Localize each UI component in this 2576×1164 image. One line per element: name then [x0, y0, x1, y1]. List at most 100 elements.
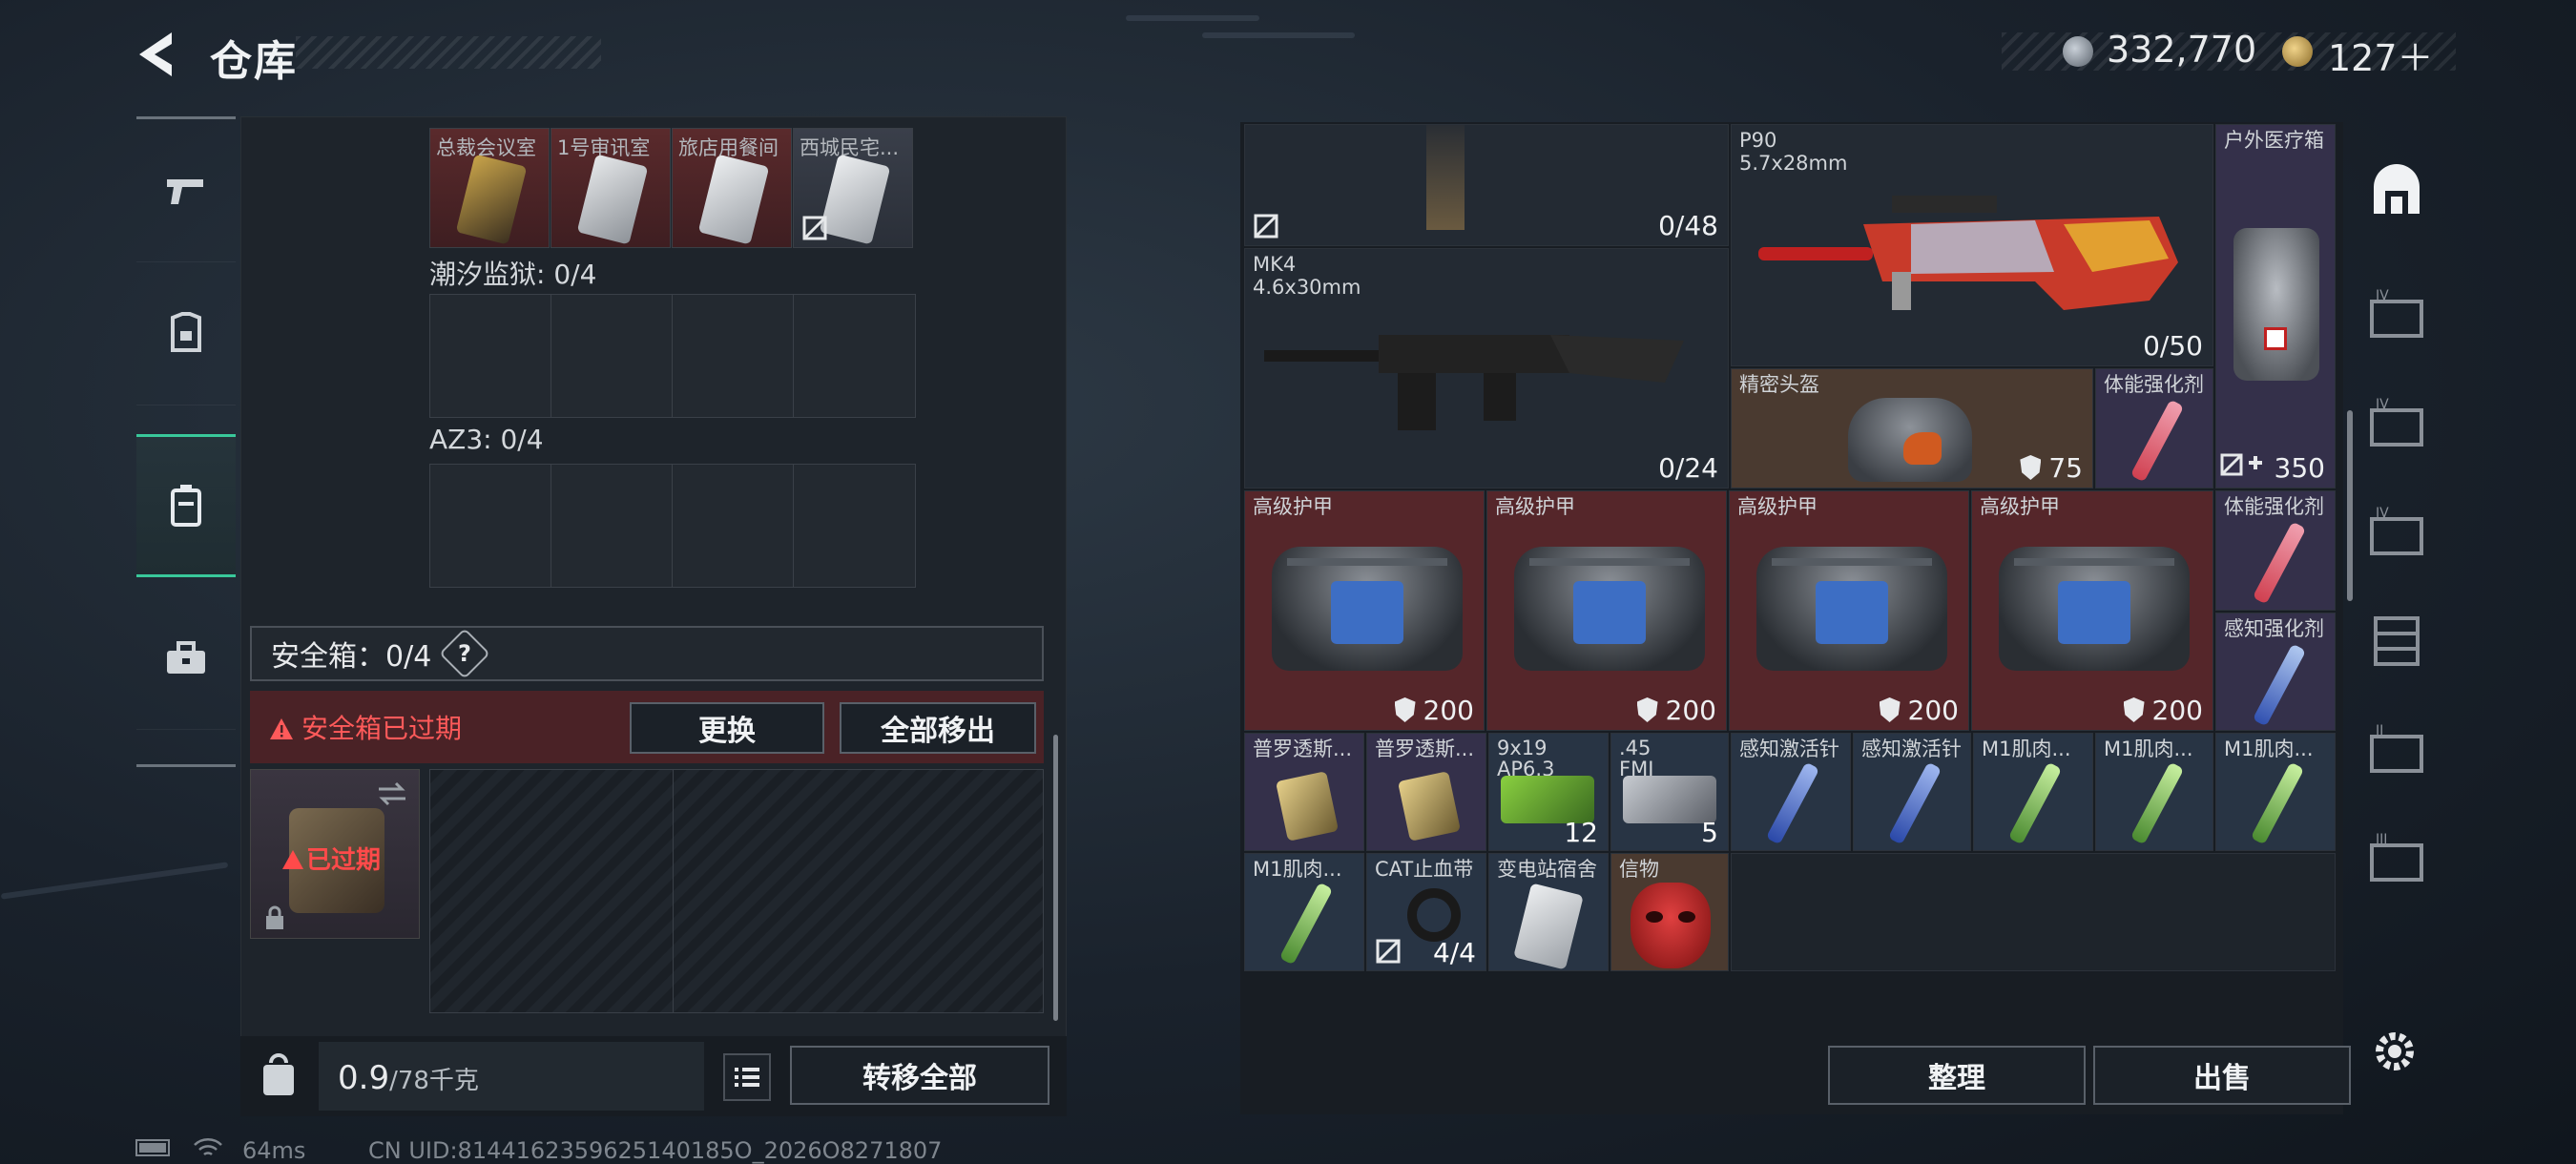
- item-count: 4/4: [1432, 937, 1476, 968]
- az3-slot-row: [429, 464, 916, 588]
- armor-item[interactable]: 高级护甲 200: [1486, 490, 1727, 731]
- stash-level-4-icon: IV: [2370, 288, 2423, 338]
- item-name: 感知激活针: [1739, 738, 1839, 760]
- svg-text:IV: IV: [2376, 288, 2389, 303]
- item-name: 感知激活针: [1861, 738, 1962, 760]
- storage-tab-4b[interactable]: IV: [2366, 393, 2427, 454]
- p90-ammo: 0/50: [2143, 330, 2203, 362]
- m1-muscle-item[interactable]: M1肌肉...: [2215, 733, 2336, 851]
- empty-slot[interactable]: [673, 295, 794, 417]
- mk4-item[interactable]: MK4 4.6x30mm 0/24: [1244, 248, 1729, 488]
- armor-image: [1999, 547, 2190, 671]
- expired-warning: 安全箱已过期: [269, 708, 462, 746]
- svg-text:IV: IV: [2376, 506, 2389, 521]
- sell-button[interactable]: 出售: [2093, 1046, 2351, 1105]
- nav-supplies[interactable]: [136, 587, 236, 730]
- mk4-caliber: 4.6x30mm: [1253, 276, 1361, 299]
- item-name: 9x19 AP6.3: [1497, 737, 1555, 780]
- m1-muscle-item[interactable]: M1肌肉...: [2095, 733, 2213, 851]
- m1-muscle-item[interactable]: M1肌肉...: [1973, 733, 2093, 851]
- empty-slot[interactable]: [551, 465, 673, 587]
- keycard-item[interactable]: 总裁会议室: [429, 128, 550, 248]
- item-name: 普罗透斯...: [1253, 738, 1353, 760]
- empty-slot[interactable]: [430, 295, 551, 417]
- nav-weapons[interactable]: [136, 119, 236, 262]
- weight-value: 0.9: [338, 1059, 390, 1097]
- magazine-item[interactable]: 0/48: [1244, 124, 1729, 246]
- body-stim-item[interactable]: 体能强化剂: [2095, 368, 2213, 488]
- nav-equipment[interactable]: [136, 262, 236, 405]
- storage-tab-3[interactable]: III: [2366, 828, 2427, 889]
- empty-slot[interactable]: [794, 465, 915, 587]
- proteus-image: [1275, 771, 1340, 842]
- keycard-item[interactable]: 西城民宅...: [793, 128, 913, 248]
- left-scrollbar[interactable]: [1053, 735, 1058, 1021]
- empty-slot[interactable]: [673, 465, 794, 587]
- armor-shield-icon: [1394, 697, 1416, 722]
- keycard-image: [697, 154, 770, 245]
- ammo-9x19-item[interactable]: 9x19 AP6.3 12: [1488, 733, 1609, 851]
- swap-button[interactable]: 更换: [630, 702, 824, 754]
- syringe-image: [2252, 521, 2307, 605]
- sense-injector-item[interactable]: 感知激活针: [1731, 733, 1851, 851]
- expired-safebox-item[interactable]: 已过期: [250, 769, 420, 939]
- armor-shield-icon: [2123, 697, 2145, 722]
- storage-tab-4a[interactable]: IV: [2366, 284, 2427, 345]
- syringe-image: [1887, 761, 1942, 845]
- armor-shield-icon: [1879, 697, 1901, 722]
- stash-level-2-icon: II: [2370, 723, 2423, 773]
- p90-item[interactable]: P90 5.7x28mm 0/50: [1731, 124, 2213, 366]
- expired-tag-text: 已过期: [306, 846, 382, 875]
- empty-slot[interactable]: [551, 295, 673, 417]
- sense-injector-item[interactable]: 感知激活针: [1853, 733, 1971, 851]
- transfer-all-button[interactable]: 转移全部: [790, 1046, 1049, 1105]
- keycard-image: [455, 154, 528, 245]
- body-stim-item[interactable]: 体能强化剂: [2215, 490, 2336, 611]
- item-name: 普罗透斯...: [1375, 738, 1475, 760]
- m1-muscle-item[interactable]: M1肌肉...: [1244, 853, 1364, 971]
- helmet-armor: 75: [2048, 452, 2083, 484]
- safebox-label: 安全箱：0/4: [271, 640, 432, 674]
- storage-tab-shelf[interactable]: [2366, 611, 2427, 672]
- empty-slot[interactable]: [430, 465, 551, 587]
- armor-item[interactable]: 高级护甲 200: [1244, 490, 1485, 731]
- warning-icon: [270, 718, 293, 739]
- list-view-button[interactable]: [723, 1053, 771, 1101]
- storage-tab-main[interactable]: [2366, 160, 2427, 221]
- ammo-45-item[interactable]: .45 FMJ 5: [1610, 733, 1729, 851]
- back-button[interactable]: [134, 29, 185, 80]
- mk4-image: [1264, 335, 1684, 430]
- tourniquet-item[interactable]: CAT止血带 4/4: [1366, 853, 1486, 971]
- broken-heal-icon: [2220, 453, 2262, 476]
- storage-tab-2[interactable]: II: [2366, 719, 2427, 780]
- armor-item[interactable]: 高级护甲 200: [1729, 490, 1969, 731]
- keycard-image: [1513, 883, 1584, 970]
- sense-stim-item[interactable]: 感知强化剂: [2215, 613, 2336, 731]
- settings-button[interactable]: [2368, 1025, 2421, 1078]
- empty-slot[interactable]: [794, 295, 915, 417]
- armor-icon: [171, 311, 201, 352]
- syringe-image: [1765, 761, 1820, 845]
- sort-button[interactable]: 整理: [1828, 1046, 2086, 1105]
- nav-containers[interactable]: [136, 434, 236, 577]
- medbox-item[interactable]: 户外医疗箱 350: [2215, 124, 2336, 488]
- storage-tabs: IV IV IV II III: [2357, 122, 2437, 1114]
- broken-icon: [1254, 214, 1278, 239]
- keycard-item[interactable]: 旅店用餐间: [672, 128, 792, 248]
- substation-keycard-item[interactable]: 变电站宿舍: [1488, 853, 1609, 971]
- token-amount[interactable]: 127＋: [2328, 29, 2434, 81]
- storage-tab-4c[interactable]: IV: [2366, 502, 2427, 563]
- right-scrollbar[interactable]: [2347, 410, 2353, 601]
- proteus-item[interactable]: 普罗透斯...: [1366, 733, 1486, 851]
- weight-icon: [263, 1053, 294, 1095]
- proteus-item[interactable]: 普罗透斯...: [1244, 733, 1364, 851]
- armor-value: 200: [2151, 695, 2203, 726]
- helmet-item[interactable]: 精密头盔 75: [1731, 368, 2093, 488]
- move-all-out-button[interactable]: 全部移出: [840, 702, 1036, 754]
- armor-item[interactable]: 高级护甲 200: [1971, 490, 2213, 731]
- token-item[interactable]: 信物: [1610, 853, 1729, 971]
- help-button[interactable]: ?: [439, 628, 491, 679]
- keycard-item[interactable]: 1号审讯室: [551, 128, 671, 248]
- coin-icon: [2063, 36, 2093, 67]
- keycard-image: [819, 154, 891, 245]
